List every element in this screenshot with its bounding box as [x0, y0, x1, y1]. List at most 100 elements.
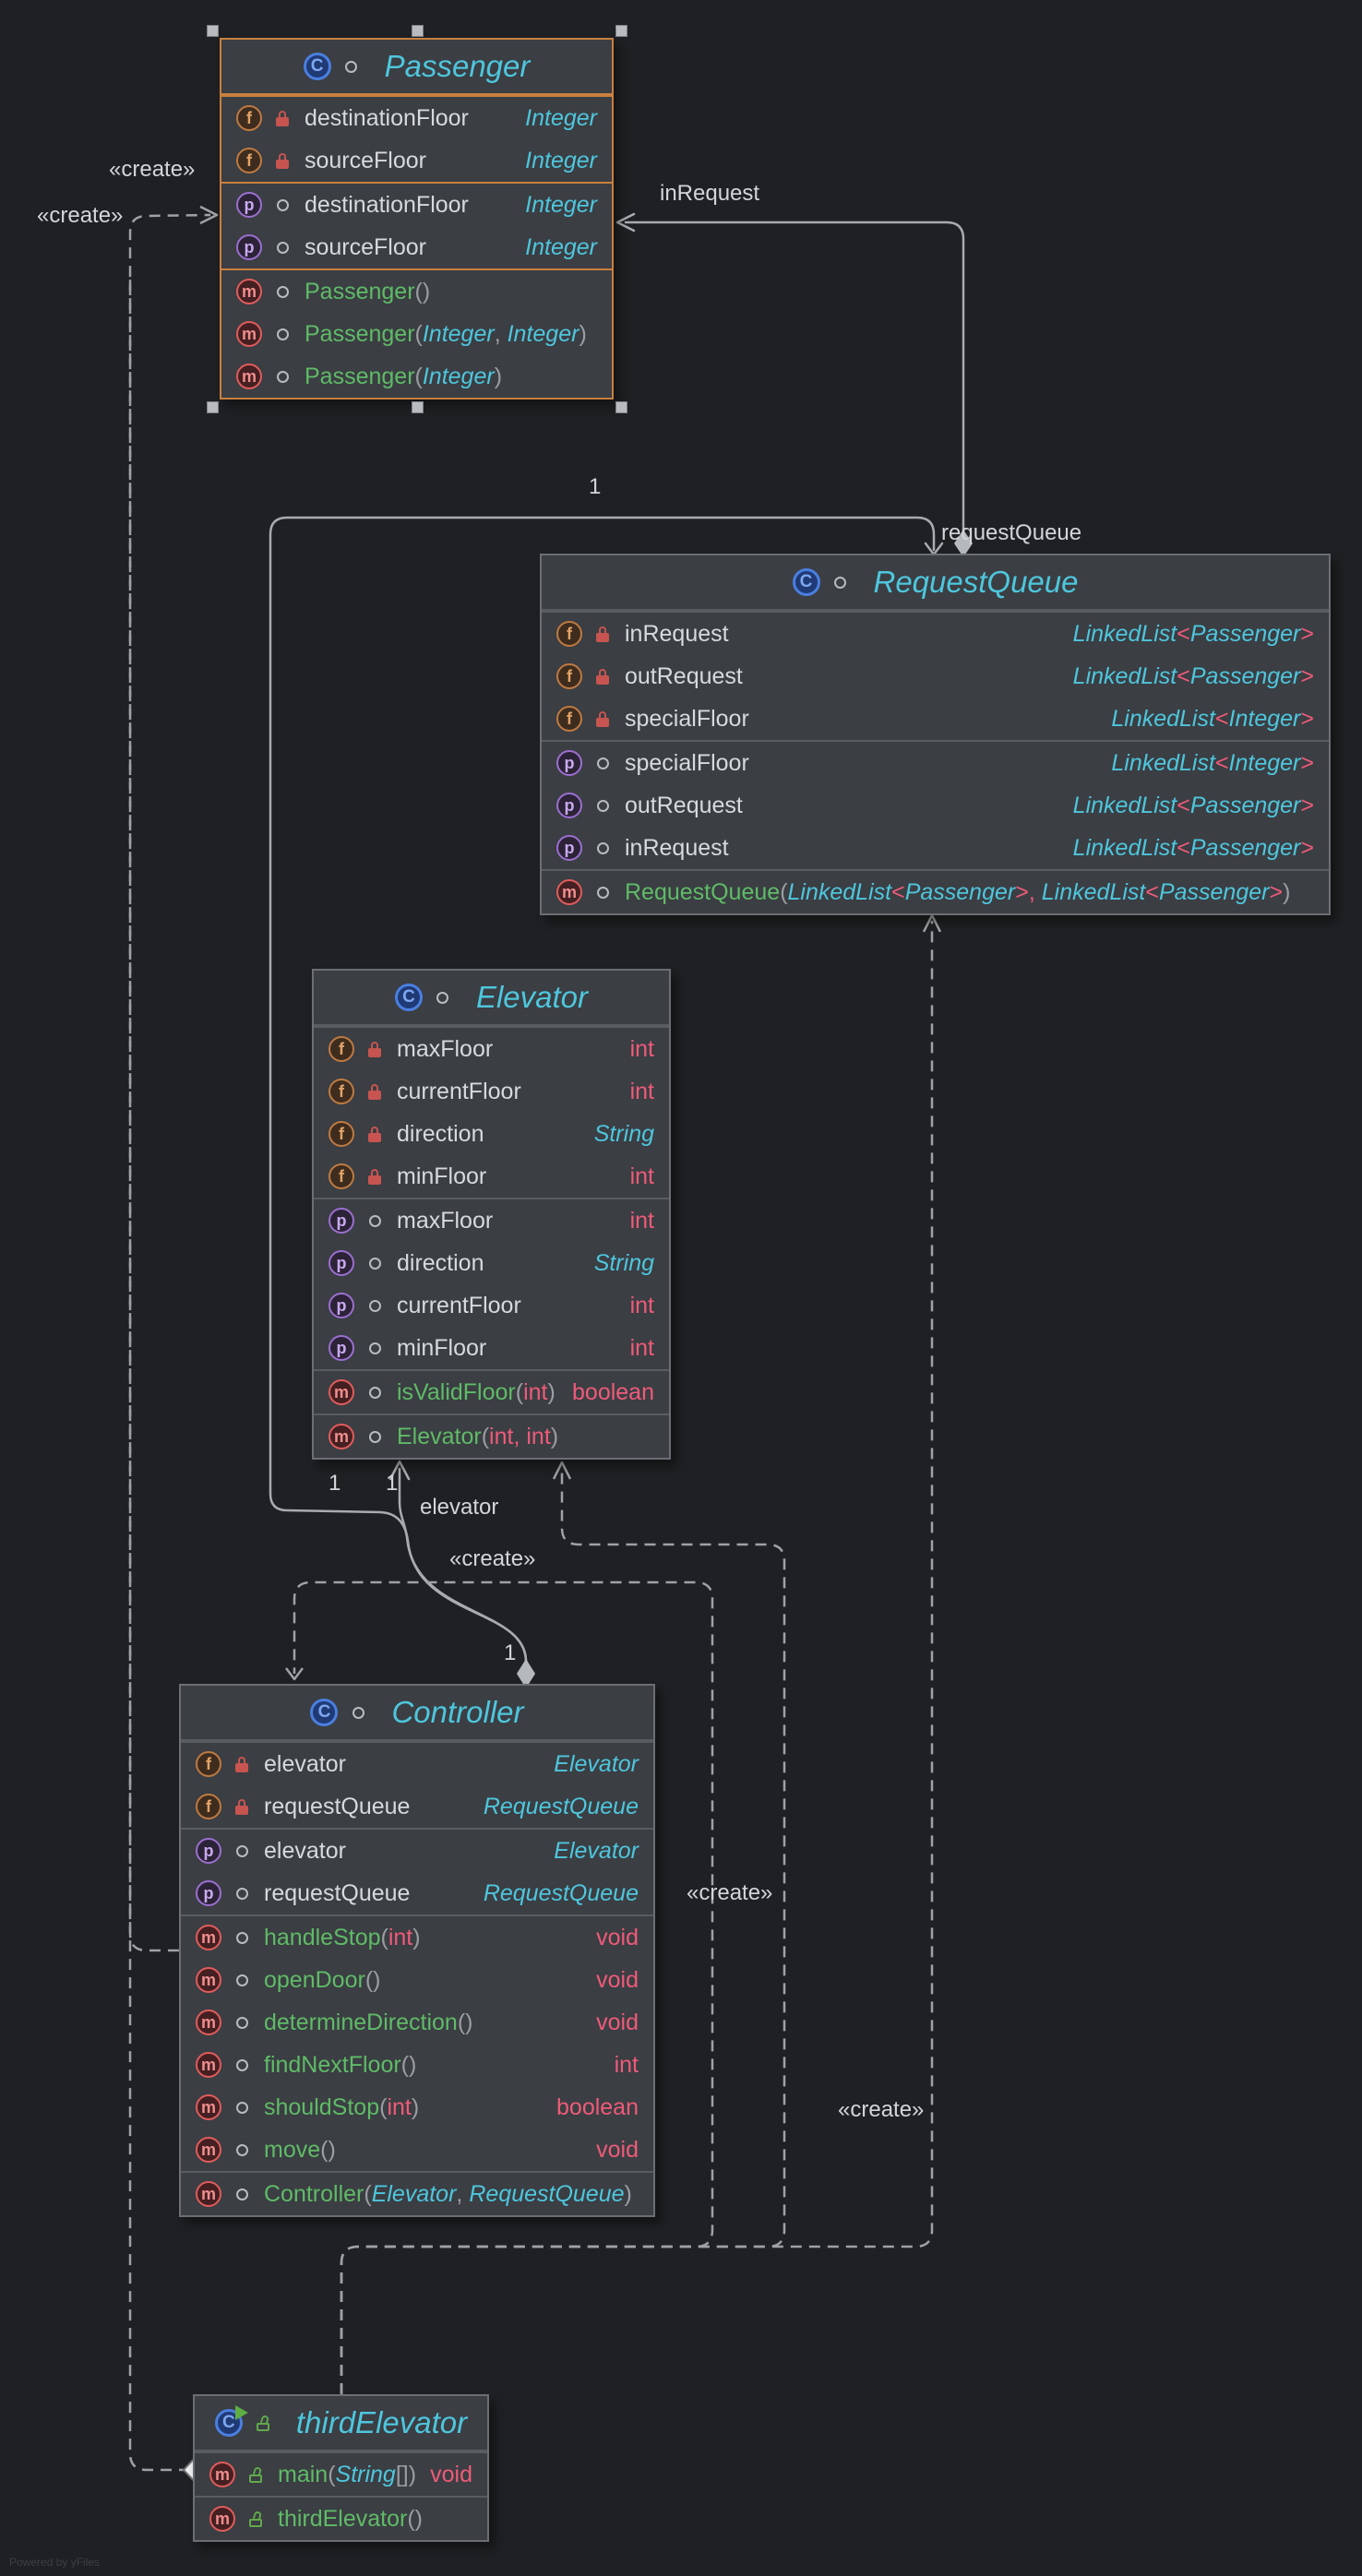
type-segment: < [1214, 705, 1229, 732]
method-icon: m [556, 879, 582, 905]
member-type: String [594, 1121, 654, 1148]
member-name: outRequest [625, 792, 743, 818]
member-row-main[interactable]: m main (String[]) void [195, 2453, 487, 2496]
member-row-Passenger[interactable]: m Passenger() [221, 270, 612, 313]
member-row-minFloor[interactable]: p minFloor int [314, 1327, 669, 1369]
member-row-shouldStop[interactable]: m shouldStop (int) boolean [181, 2086, 653, 2129]
property-icon: p [329, 1293, 354, 1318]
selection-handle[interactable] [207, 401, 219, 413]
type-segment: Passenger [1189, 834, 1301, 861]
runnable-class-icon: C [214, 2405, 248, 2437]
member-row-Passenger[interactable]: m Passenger (Integer) [221, 355, 612, 398]
member-row-outRequest[interactable]: p outRequest LinkedList<Passenger> [542, 784, 1329, 827]
public-visibility-icon [273, 241, 292, 254]
class-header[interactable]: CthirdElevator [195, 2396, 487, 2451]
member-row-direction[interactable]: p direction String [314, 1242, 669, 1284]
public-visibility-icon [233, 1931, 251, 1944]
member-row-currentFloor[interactable]: p currentFloor int [314, 1284, 669, 1327]
type-segment: ( [481, 1423, 490, 1449]
assoc-requestqueue-passenger-inrequest[interactable] [624, 221, 965, 535]
method-icon: m [209, 2506, 235, 2532]
member-row-handleStop[interactable]: m handleStop (int) void [181, 1916, 653, 1959]
member-name: inRequest [625, 620, 729, 647]
member-type: RequestQueue [484, 1880, 639, 1907]
uml-diagram-canvas[interactable]: «create» «create» «create» «create» «cre… [0, 0, 1362, 2576]
multiplicity-label: 1 [589, 474, 602, 499]
class-node-passenger[interactable]: C Passenger f destinationFloor Integer f sourc… [220, 38, 614, 400]
member-row-requestQueue[interactable]: f requestQueue RequestQueue [181, 1785, 653, 1828]
member-signature: (Integer) [415, 364, 503, 390]
public-visibility-icon [349, 1706, 367, 1719]
member-row-determineDirection[interactable]: m determineDirection () void [181, 2001, 653, 2044]
member-row-RequestQueue[interactable]: m RequestQueue (LinkedList<Passenger>, Lin… [542, 871, 1329, 913]
member-signature: () [320, 2137, 336, 2164]
member-row-Controller[interactable]: m Controller (Elevator, RequestQueue) [181, 2173, 653, 2215]
member-row-inRequest[interactable]: p inRequest LinkedList<Passenger> [542, 827, 1329, 869]
member-name: destinationFloor [305, 104, 469, 131]
member-row-inRequest[interactable]: f inRequest LinkedList<Passenger> [542, 613, 1329, 655]
class-node-requestqueue[interactable]: C RequestQueue f inRequest LinkedList<Passen… [540, 554, 1331, 915]
member-row-Passenger[interactable]: m Passenger (Integer, Integer) [221, 313, 612, 355]
member-name: minFloor [397, 1334, 487, 1361]
class-header[interactable]: C Controller [181, 1686, 653, 1741]
member-row-destinationFloor[interactable]: f destinationFloor Integer [221, 97, 612, 139]
member-name: minFloor [397, 1163, 487, 1189]
member-row-maxFloor[interactable]: p maxFloor int [314, 1199, 669, 1242]
member-name: Passenger [305, 363, 415, 389]
member-row-openDoor[interactable]: m openDoor () void [181, 1959, 653, 2001]
type-segment: ( [414, 320, 423, 347]
member-row-isValidFloor[interactable]: m isValidFloor (int) boolean [314, 1371, 669, 1413]
member-row-direction[interactable]: f direction String [314, 1113, 669, 1155]
field-icon: f [329, 1121, 354, 1147]
selection-handle[interactable] [207, 25, 219, 37]
type-segment: < [1177, 620, 1190, 647]
member-type: Elevator [554, 1838, 639, 1865]
member-row-currentFloor[interactable]: f currentFloor int [314, 1070, 669, 1113]
member-row-Elevator[interactable]: m Elevator (int, int) [314, 1415, 669, 1458]
selection-handle[interactable] [411, 25, 424, 37]
class-node-thirdelevator[interactable]: CthirdElevator m main (String[]) void m thirdE… [193, 2394, 489, 2542]
powered-by-watermark: Powered by yFiles [9, 2556, 101, 2569]
class-node-controller[interactable]: C Controller f elevator Elevator f requestQueu… [179, 1684, 655, 2217]
member-row-specialFloor[interactable]: f specialFloor LinkedList<Integer> [542, 698, 1329, 740]
create-label-thirdelevator-passenger: «create» [37, 203, 124, 228]
member-row-destinationFloor[interactable]: p destinationFloor Integer [221, 184, 612, 226]
property-icon: p [196, 1880, 221, 1906]
member-section: p destinationFloor Integer p sourceFloor Inte… [221, 182, 612, 268]
class-header[interactable]: C RequestQueue [542, 555, 1329, 611]
selection-handle[interactable] [615, 401, 627, 413]
type-segment: ) [408, 2461, 417, 2487]
member-row-sourceFloor[interactable]: f sourceFloor Integer [221, 139, 612, 182]
public-visibility-icon [434, 991, 452, 1004]
class-node-elevator[interactable]: C Elevator f maxFloor int f currentFloor int f di… [312, 969, 671, 1460]
member-section: m RequestQueue (LinkedList<Passenger>, Lin… [542, 869, 1329, 913]
selection-handle[interactable] [411, 401, 424, 413]
member-row-specialFloor[interactable]: p specialFloor LinkedList<Integer> [542, 742, 1329, 784]
selection-handle[interactable] [615, 25, 627, 37]
type-segment: RequestQueue [483, 1879, 639, 1906]
member-row-minFloor[interactable]: f minFloor int [314, 1155, 669, 1198]
type-segment: Elevator [371, 2180, 457, 2207]
member-row-sourceFloor[interactable]: p sourceFloor Integer [221, 226, 612, 268]
member-row-move[interactable]: m move () void [181, 2129, 653, 2171]
class-header[interactable]: C Passenger [221, 40, 612, 95]
member-row-requestQueue[interactable]: p requestQueue RequestQueue [181, 1872, 653, 1914]
type-segment: RequestQueue [483, 1793, 639, 1819]
method-icon: m [329, 1424, 354, 1449]
member-type: RequestQueue [484, 1794, 639, 1820]
private-lock-icon [365, 1126, 384, 1142]
public-visibility-icon [233, 1887, 251, 1900]
member-row-findNextFloor[interactable]: m findNextFloor () int [181, 2044, 653, 2086]
member-type: LinkedList<Integer> [1111, 750, 1314, 777]
member-row-elevator[interactable]: f elevator Elevator [181, 1743, 653, 1785]
method-icon: m [196, 2052, 221, 2078]
member-row-outRequest[interactable]: f outRequest LinkedList<Passenger> [542, 655, 1329, 698]
member-row-elevator[interactable]: p elevator Elevator [181, 1830, 653, 1872]
type-segment: void [596, 2009, 639, 2035]
member-row-maxFloor[interactable]: f maxFloor int [314, 1028, 669, 1070]
type-segment: , [494, 320, 508, 347]
member-row-thirdElevator[interactable]: m thirdElevator () [195, 2498, 487, 2540]
type-segment: void [430, 2461, 472, 2487]
class-header[interactable]: C Elevator [314, 971, 669, 1026]
type-segment: void [596, 2136, 639, 2163]
